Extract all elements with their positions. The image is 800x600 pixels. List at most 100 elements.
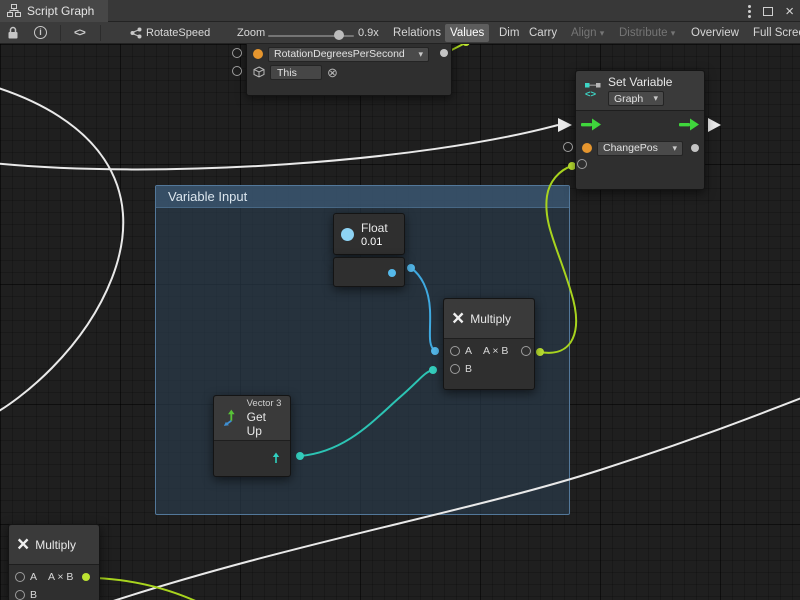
flow-out-arrow-icon[interactable] bbox=[679, 118, 699, 131]
multiply-output-label: A × B bbox=[483, 345, 508, 357]
multiply-input-a-port[interactable] bbox=[450, 346, 460, 356]
variable-name-dropdown[interactable]: RotationDegreesPerSecond ▾ bbox=[268, 47, 429, 62]
lock-icon[interactable] bbox=[7, 26, 19, 40]
variable-port-orange-dot[interactable] bbox=[253, 49, 263, 59]
set-variable-flow-out-arrow bbox=[708, 118, 721, 132]
node-set-variable[interactable]: <> Set Variable Graph ▾ ChangePos ▾ bbox=[575, 70, 705, 190]
multiply2-title: Multiply bbox=[35, 538, 76, 552]
multiply2-row-b: B bbox=[9, 586, 99, 600]
multiply-title: Multiply bbox=[470, 312, 511, 326]
set-variable-name-port[interactable] bbox=[563, 142, 573, 152]
changepos-dropdown[interactable]: ChangePos ▾ bbox=[597, 141, 683, 156]
flow-wire-into-set-variable[interactable] bbox=[0, 125, 558, 169]
variable-name-label: RotationDegreesPerSecond bbox=[274, 48, 405, 60]
getup-output-icon[interactable] bbox=[270, 452, 282, 464]
set-variable-icon: <> bbox=[584, 82, 602, 99]
button-dim[interactable]: Dim bbox=[494, 24, 524, 42]
multiply-input-b-port[interactable] bbox=[450, 364, 460, 374]
chevron-down-icon: ▾ bbox=[600, 28, 605, 38]
variable-scope-label: Graph bbox=[614, 93, 643, 105]
zoom-label: Zoom bbox=[237, 27, 265, 39]
node-float-literal[interactable]: Float 0.01 bbox=[333, 213, 405, 255]
multiply-row-b: B bbox=[444, 360, 534, 378]
script-graph-window: Variable Input RotationDegreesPerSecond … bbox=[0, 0, 800, 600]
float-value[interactable]: 0.01 bbox=[361, 236, 388, 248]
multiply-row-a: A A × B bbox=[444, 342, 534, 360]
flow-wire-upper-left[interactable] bbox=[0, 86, 123, 415]
float-type-icon bbox=[341, 228, 354, 241]
chevron-down-icon: ▾ bbox=[672, 143, 677, 154]
multiply-icon: × bbox=[452, 309, 464, 329]
button-distribute: Distribute ▾ bbox=[614, 24, 680, 42]
button-relations[interactable]: Relations bbox=[388, 24, 446, 42]
node-vector3-get-up[interactable]: Vector 3 Get Up bbox=[213, 395, 291, 477]
multiply2-output-dot[interactable] bbox=[82, 573, 90, 581]
float-title: Float bbox=[361, 221, 388, 235]
tab-script-graph[interactable]: Script Graph bbox=[0, 0, 108, 22]
green-wire-bottom-multiply[interactable] bbox=[96, 578, 200, 600]
teal-wire-getup-to-multiply-b[interactable] bbox=[300, 370, 433, 456]
graph-toolbar: i <> RotateSpeed Zoom 0.9x Relations Val… bbox=[0, 22, 800, 44]
code-preview-icon[interactable]: <> bbox=[74, 27, 85, 39]
blue-wire-start-dot bbox=[407, 264, 415, 272]
toolbar-separator bbox=[100, 25, 101, 41]
button-distribute-label: Distribute bbox=[619, 27, 668, 39]
node-multiply-2[interactable]: × Multiply A A × B B bbox=[8, 524, 100, 600]
button-align: Align ▾ bbox=[566, 24, 609, 42]
node-float-port-box[interactable] bbox=[333, 257, 405, 287]
variable-port-orange-dot[interactable] bbox=[582, 143, 592, 153]
button-align-label: Align bbox=[571, 27, 597, 39]
object-picker-icon[interactable]: ⊗ bbox=[327, 66, 338, 79]
graph-asset-icon bbox=[130, 27, 142, 39]
multiply2-input-b-port[interactable] bbox=[15, 590, 25, 600]
rotation-input-port-2[interactable] bbox=[232, 66, 242, 76]
button-carry[interactable]: Carry bbox=[524, 24, 562, 42]
changepos-label: ChangePos bbox=[603, 142, 658, 154]
blue-wire-float-to-multiply-a[interactable] bbox=[411, 268, 435, 351]
flow-in-arrow-icon[interactable] bbox=[581, 118, 601, 131]
set-variable-title: Set Variable bbox=[608, 75, 672, 89]
teal-wire-end-dot bbox=[429, 366, 437, 374]
button-overview[interactable]: Overview bbox=[686, 24, 744, 42]
rotation-output-dot[interactable] bbox=[440, 49, 448, 57]
set-variable-header: <> Set Variable Graph ▾ bbox=[576, 71, 704, 111]
multiply-output-port[interactable] bbox=[521, 346, 531, 356]
variable-scope-dropdown[interactable]: Graph ▾ bbox=[608, 91, 664, 106]
green-wire-multiply-to-set-variable[interactable] bbox=[540, 166, 576, 353]
rotation-input-port-1[interactable] bbox=[232, 48, 242, 58]
kebab-menu-icon[interactable] bbox=[748, 5, 751, 18]
set-variable-value-row: ChangePos ▾ bbox=[576, 137, 704, 159]
getup-title: Get Up bbox=[247, 410, 282, 438]
chevron-down-icon: ▾ bbox=[418, 49, 423, 60]
window-titlebar: Script Graph × bbox=[0, 0, 800, 22]
rotation-variable-row: RotationDegreesPerSecond ▾ bbox=[247, 45, 451, 63]
chevron-down-icon: ▾ bbox=[671, 28, 676, 38]
zoom-slider-knob[interactable] bbox=[334, 30, 344, 40]
getup-body bbox=[214, 441, 290, 476]
target-field[interactable]: This bbox=[270, 65, 322, 80]
vector3-type-label: Vector 3 bbox=[247, 398, 282, 409]
multiply2-header: × Multiply bbox=[9, 525, 99, 565]
multiply2-b-label: B bbox=[30, 589, 37, 600]
flow-wire-arrowhead bbox=[558, 118, 572, 132]
vector3-header: Vector 3 Get Up bbox=[214, 396, 290, 441]
svg-text:<>: <> bbox=[585, 89, 597, 99]
set-variable-output-dot[interactable] bbox=[691, 144, 699, 152]
vector3-transform-icon bbox=[222, 408, 241, 428]
set-variable-value-port[interactable] bbox=[577, 159, 587, 169]
green-wire-start-dot bbox=[536, 348, 544, 356]
zoom-value: 0.9x bbox=[358, 27, 379, 39]
rotation-target-row: This ⊗ bbox=[247, 63, 451, 81]
close-icon[interactable]: × bbox=[785, 4, 794, 19]
chevron-down-icon: ▾ bbox=[653, 93, 658, 104]
button-full-screen[interactable]: Full Screen bbox=[748, 24, 800, 42]
graph-name-breadcrumb[interactable]: RotateSpeed bbox=[146, 27, 210, 39]
info-icon[interactable]: i bbox=[34, 26, 47, 39]
float-output-port[interactable] bbox=[388, 269, 396, 277]
node-multiply[interactable]: × Multiply A A × B B bbox=[443, 298, 535, 390]
button-values[interactable]: Values bbox=[445, 24, 489, 42]
multiply2-input-a-port[interactable] bbox=[15, 572, 25, 582]
flow-wire-lower[interactable] bbox=[92, 394, 800, 600]
teal-wire-start-dot bbox=[296, 452, 304, 460]
maximize-icon[interactable] bbox=[763, 7, 773, 16]
